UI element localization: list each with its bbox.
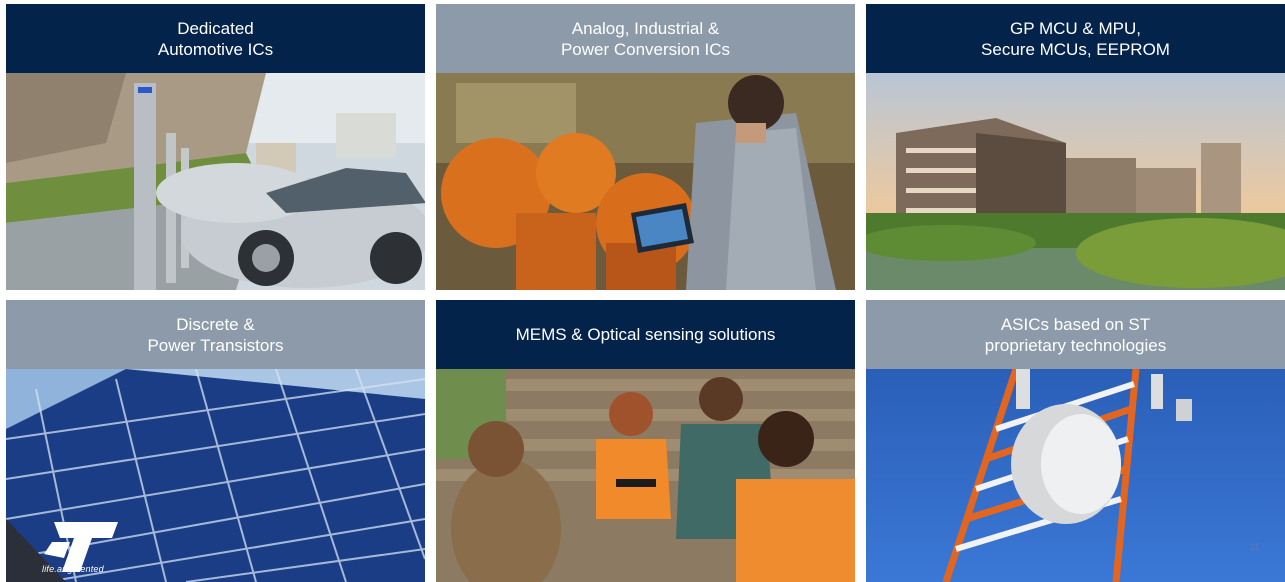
tile-header: ASICs based on ST proprietary technologi… xyxy=(866,300,1285,369)
fitness-friends-photo xyxy=(436,369,855,582)
tile-header: GP MCU & MPU, Secure MCUs, EEPROM xyxy=(866,4,1285,73)
tile-header: Analog, Industrial & Power Conversion IC… xyxy=(436,4,855,73)
brand-tagline: life.augmented xyxy=(42,564,104,574)
telecom-tower-photo xyxy=(866,369,1285,582)
tile-label: MEMS & Optical sensing solutions xyxy=(515,325,776,344)
tile-header: Dedicated Automotive ICs xyxy=(6,4,425,73)
tile-label: ASICs based on ST proprietary technologi… xyxy=(984,314,1167,355)
tile-asics: ASICs based on ST proprietary technologi… xyxy=(866,300,1285,582)
page-number: 21 xyxy=(1250,542,1261,552)
tile-label: GP MCU & MPU, Secure MCUs, EEPROM xyxy=(981,18,1170,59)
tile-mems: MEMS & Optical sensing solutions xyxy=(436,300,855,582)
tile-header: Discrete & Power Transistors xyxy=(6,300,425,369)
electric-car-charging-photo xyxy=(6,73,425,290)
smart-building-photo xyxy=(866,73,1285,290)
tile-industrial: Analog, Industrial & Power Conversion IC… xyxy=(436,4,855,290)
tile-mcu: GP MCU & MPU, Secure MCUs, EEPROM xyxy=(866,4,1285,290)
industrial-robot-tablet-photo xyxy=(436,73,855,290)
tile-header: MEMS & Optical sensing solutions xyxy=(436,300,855,369)
tile-label: Dedicated Automotive ICs xyxy=(157,18,274,59)
tile-automotive: Dedicated Automotive ICs xyxy=(6,4,425,290)
tile-label: Analog, Industrial & Power Conversion IC… xyxy=(560,18,731,59)
tile-label: Discrete & Power Transistors xyxy=(147,314,284,355)
